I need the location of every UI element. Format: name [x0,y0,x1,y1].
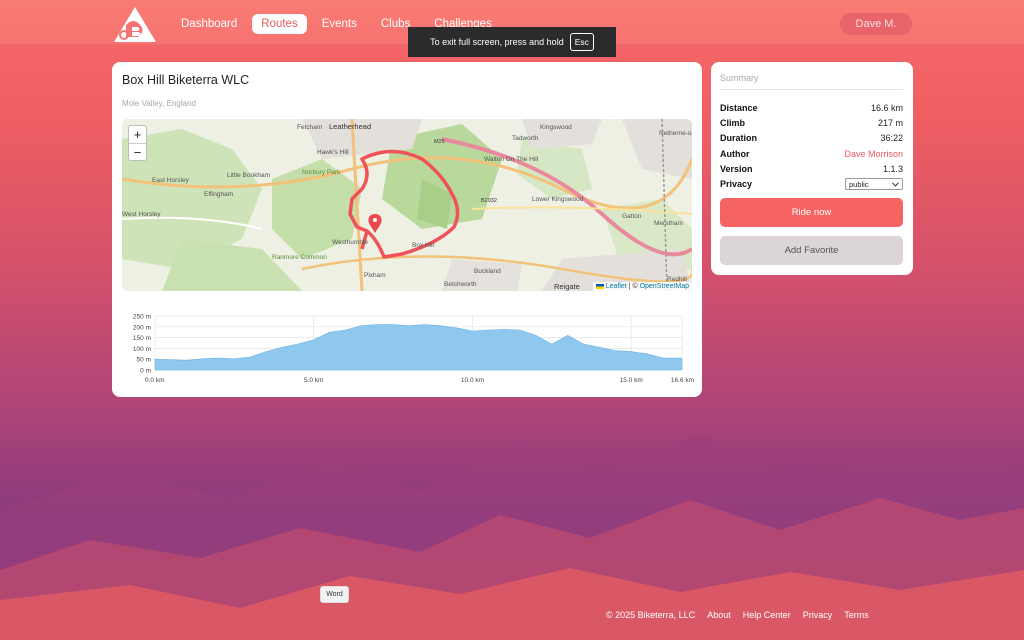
svg-text:Little Bookham: Little Bookham [227,172,270,179]
summary-key: Author [720,148,750,159]
summary-title: Summary [720,73,759,83]
summary-key: Duration [720,133,757,144]
svg-text:Merstham: Merstham [654,220,683,227]
summary-row-climb: Climb 217 m [720,115,903,130]
svg-text:Netherne-on-the-Hill: Netherne-on-the-Hill [659,130,692,137]
summary-key: Privacy [720,179,753,190]
footer-link-terms[interactable]: Terms [844,610,869,620]
svg-text:Gatton: Gatton [622,213,642,220]
summary-value: 217 m [877,117,903,128]
summary-row-version: Version 1.1.3 [720,161,903,176]
elevation-y-tick: 150 m [133,335,151,342]
footer-link-about[interactable]: About [707,610,731,620]
nav-routes[interactable]: Routes [252,14,307,34]
chevron-down-icon [892,182,899,187]
summary-key: Distance [720,102,758,113]
elevation-y-tick: 50 m [137,357,151,364]
summary-row-privacy: Privacy public [720,176,903,191]
elevation-x-tick: 10.0 km [461,377,484,384]
summary-key: Version [720,163,753,174]
svg-text:Norbury Park: Norbury Park [302,169,341,176]
add-favorite-button[interactable]: Add Favorite [720,236,903,265]
svg-text:Reigate: Reigate [554,282,580,291]
elevation-x-tick: 15.0 km [620,377,643,384]
footer-link-privacy[interactable]: Privacy [803,610,833,620]
elevation-x-tick: 0.0 km [145,377,165,384]
svg-text:West Horsley: West Horsley [122,211,161,218]
svg-text:Ranmore Common: Ranmore Common [272,254,327,261]
svg-text:Hawk's Hill: Hawk's Hill [317,149,349,156]
svg-text:Buckland: Buckland [474,268,501,275]
svg-text:Leatherhead: Leatherhead [329,122,371,131]
nav-events[interactable]: Events [313,14,366,34]
elevation-area [154,324,683,371]
summary-value: 36:22 [880,133,903,144]
leaflet-link[interactable]: Leaflet [606,283,627,290]
summary-card: Summary Distance 16.6 km Climb 217 m Dur… [711,62,913,275]
fullscreen-exit-toast: To exit full screen, press and hold Esc [408,27,616,57]
svg-text:Kingswood: Kingswood [540,124,572,131]
svg-text:Pixham: Pixham [364,272,386,279]
route-location: Mole Valley, England [122,99,196,108]
svg-text:Box Hill: Box Hill [412,242,435,249]
background-mountains [0,435,1024,640]
footer-link-help-center[interactable]: Help Center [743,610,791,620]
summary-row-author: Author Dave Morrison [720,146,903,161]
svg-text:B2032: B2032 [481,198,497,204]
svg-text:Fetcham: Fetcham [297,124,322,131]
word-tooltip: Word [320,586,349,603]
ukraine-flag-icon [595,283,604,289]
zoom-out-button[interactable]: − [129,143,146,160]
elevation-x-tick: 16.6 km [671,377,694,384]
map-tiles[interactable]: Fetcham Leatherhead M25 Tadworth Kingswo… [122,119,692,291]
osm-link[interactable]: OpenStreetMap [640,283,689,290]
elevation-profile-chart[interactable]: 250 m 200 m 150 m 100 m 50 m 0 m 0.0 km 5.0 km 1… [118,308,698,388]
svg-text:Lower Kingswood: Lower Kingswood [532,196,584,203]
elevation-y-tick: 250 m [133,314,151,321]
footer: © 2025 Biketerra, LLC About Help Center … [606,610,869,620]
svg-text:Walton On The Hill: Walton On The Hill [484,156,539,163]
summary-divider [720,89,903,90]
svg-text:Effingham: Effingham [204,191,233,198]
svg-text:Tadworth: Tadworth [512,135,539,142]
summary-row-distance: Distance 16.6 km [720,100,903,115]
zoom-in-button[interactable]: + [129,126,146,143]
svg-text:Westhumble: Westhumble [332,239,368,246]
route-map[interactable]: Fetcham Leatherhead M25 Tadworth Kingswo… [122,119,692,291]
elevation-y-tick: 0 m [140,368,151,375]
summary-row-duration: Duration 36:22 [720,131,903,146]
summary-value: 16.6 km [870,102,903,113]
summary-table: Distance 16.6 km Climb 217 m Duration 36… [720,100,903,192]
elevation-y-tick: 100 m [133,346,151,353]
svg-text:East Horsley: East Horsley [152,177,190,184]
route-card: Box Hill Biketerra WLC Mole Valley, Engl… [112,62,702,397]
privacy-select[interactable]: public [845,178,903,191]
fullscreen-toast-text: To exit full screen, press and hold [430,37,564,47]
summary-value: 1.1.3 [882,163,903,174]
footer-copyright: © 2025 Biketerra, LLC [606,610,696,620]
attribution-separator: | © [626,283,640,290]
svg-text:Betchworth: Betchworth [444,281,477,288]
svg-text:M25: M25 [434,139,445,145]
author-link[interactable]: Dave Morrison [844,149,903,159]
user-menu-button[interactable]: Dave M. [840,13,912,35]
route-title: Box Hill Biketerra WLC [122,73,250,87]
map-zoom-control: + − [128,125,147,161]
ride-now-button[interactable]: Ride now [720,198,903,227]
privacy-select-value: public [849,179,869,189]
esc-key-badge: Esc [569,33,594,51]
elevation-y-tick: 200 m [133,324,151,331]
biketerra-logo[interactable] [112,5,158,43]
summary-key: Climb [720,117,746,128]
elevation-x-tick: 5.0 km [304,377,324,384]
nav-dashboard[interactable]: Dashboard [172,14,246,34]
map-attribution: Leaflet | © OpenStreetMap [592,282,692,291]
